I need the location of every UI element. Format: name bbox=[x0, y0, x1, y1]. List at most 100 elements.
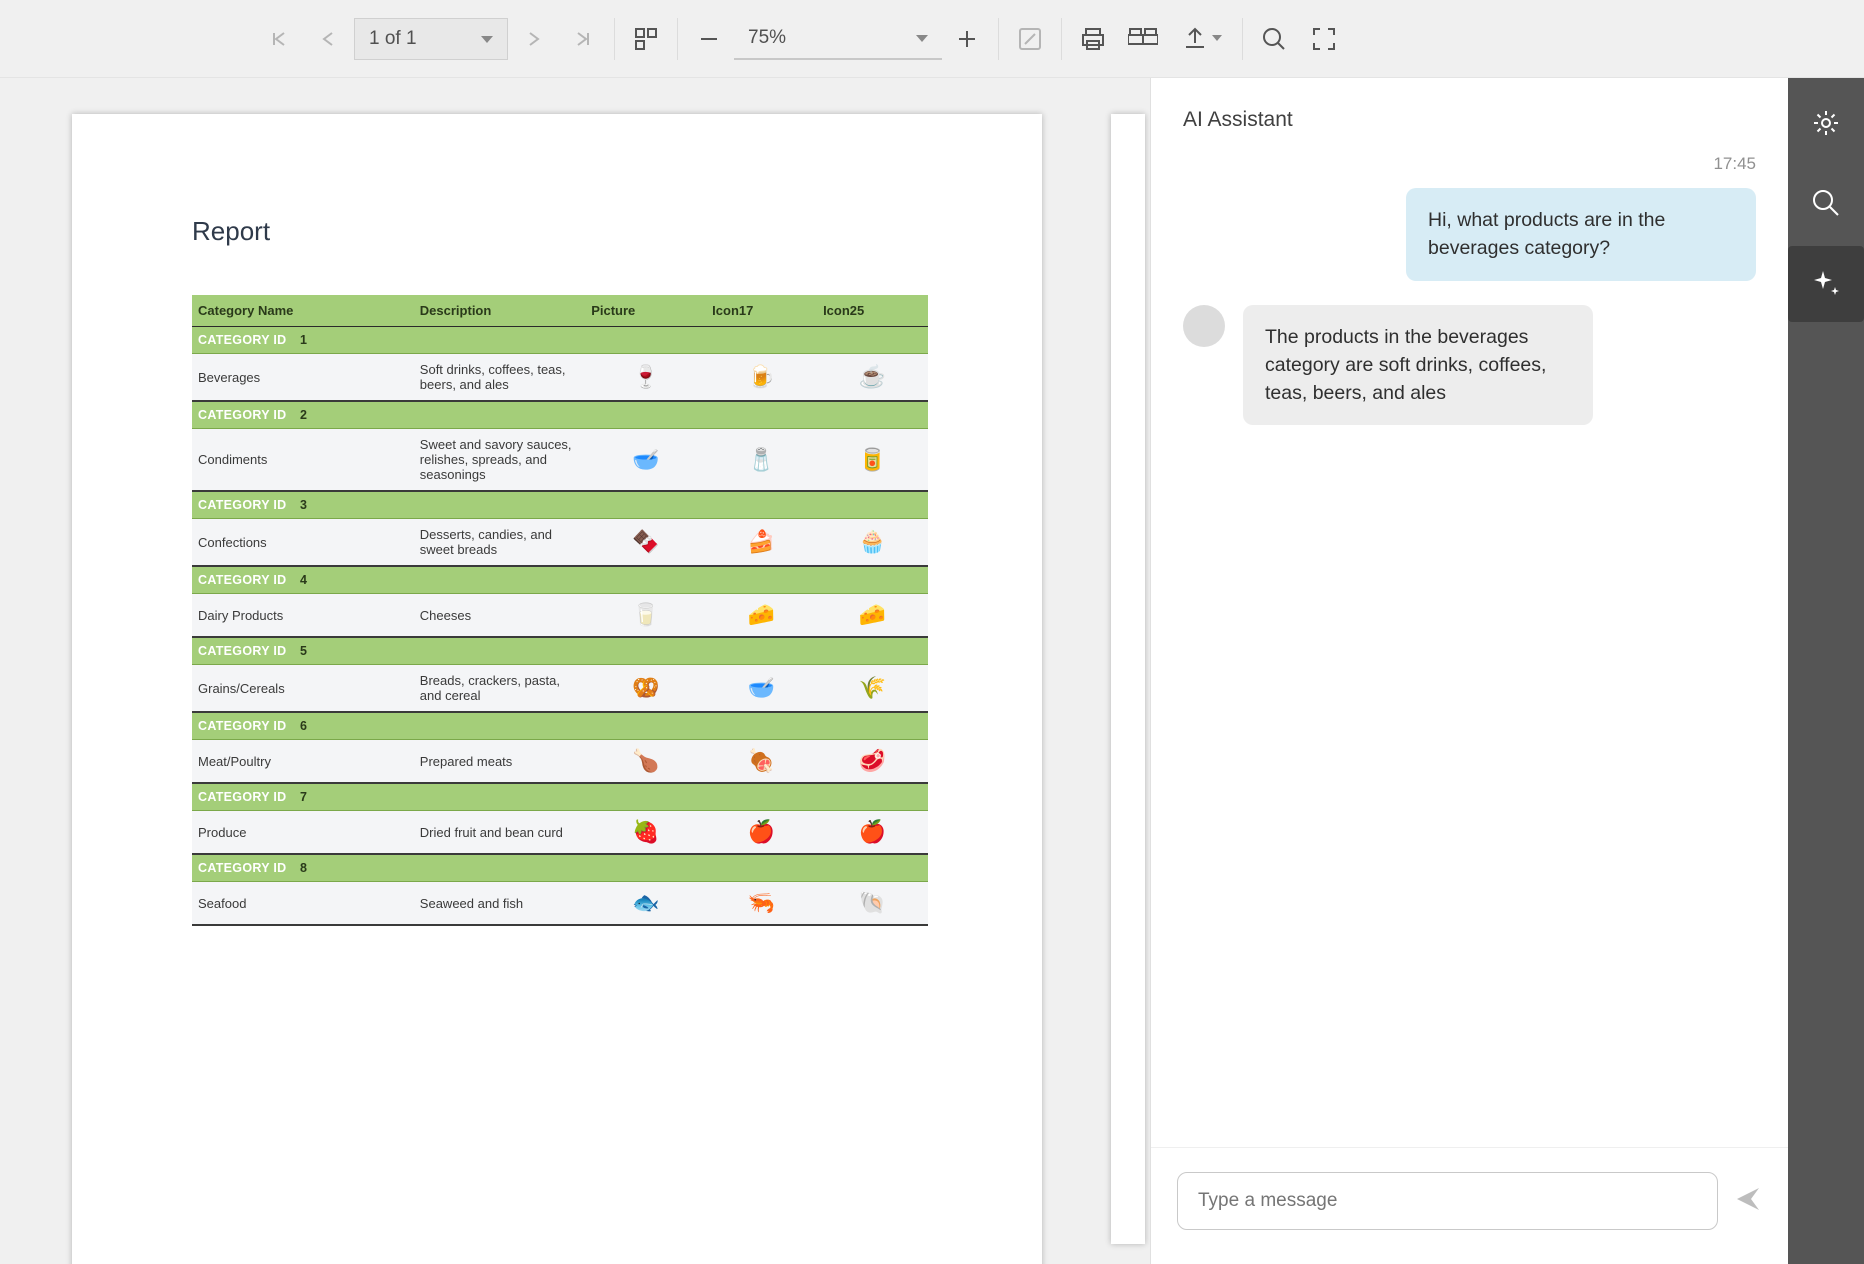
toolbar: 1 of 1 75% bbox=[0, 0, 1864, 78]
report-title: Report bbox=[192, 216, 922, 247]
chat-input-bar bbox=[1151, 1147, 1788, 1264]
cell-name: Meat/Poultry bbox=[192, 740, 414, 784]
cell-icon25: 🥫 bbox=[817, 429, 928, 492]
highlight-button[interactable] bbox=[1009, 18, 1051, 60]
cell-desc: Soft drinks, coffees, teas, beers, and a… bbox=[414, 354, 585, 402]
zoom-out-button[interactable] bbox=[688, 18, 730, 60]
zoom-in-button[interactable] bbox=[946, 18, 988, 60]
cell-icon17: 🧂 bbox=[706, 429, 817, 492]
table-row: Grains/CerealsBreads, crackers, pasta, a… bbox=[192, 665, 928, 713]
user-bubble: Hi, what products are in the beverages c… bbox=[1406, 188, 1756, 281]
ai-assistant-panel: AI Assistant 17:45 Hi, what products are… bbox=[1150, 78, 1788, 1264]
category-header: CATEGORY ID 5 bbox=[192, 637, 928, 665]
cell-desc: Dried fruit and bean curd bbox=[414, 811, 585, 855]
page-selector[interactable]: 1 of 1 bbox=[354, 18, 508, 60]
table-row: Dairy ProductsCheeses🥛🧀🧀 bbox=[192, 594, 928, 638]
cell-name: Produce bbox=[192, 811, 414, 855]
cell-icon25: 🧀 bbox=[817, 594, 928, 638]
cell-picture: 🥨 bbox=[585, 665, 706, 713]
cell-icon25: 🥩 bbox=[817, 740, 928, 784]
table-row: ProduceDried fruit and bean curd🍓🍎🍎 bbox=[192, 811, 928, 855]
cell-icon17: 🍎 bbox=[706, 811, 817, 855]
first-page-button[interactable] bbox=[258, 18, 300, 60]
table-row: Meat/PoultryPrepared meats🍗🍖🥩 bbox=[192, 740, 928, 784]
prev-page-button[interactable] bbox=[308, 18, 350, 60]
cell-name: Seafood bbox=[192, 882, 414, 926]
assistant-bubble: The products in the beverages category a… bbox=[1243, 305, 1593, 426]
cell-icon17: 🍺 bbox=[706, 354, 817, 402]
chat-input[interactable] bbox=[1177, 1172, 1718, 1230]
cell-name: Condiments bbox=[192, 429, 414, 492]
cell-desc: Desserts, candies, and sweet breads bbox=[414, 519, 585, 567]
cell-icon25: 🐚 bbox=[817, 882, 928, 926]
cell-picture: 🍷 bbox=[585, 354, 706, 402]
cell-desc: Prepared meats bbox=[414, 740, 585, 784]
panel-title: AI Assistant bbox=[1151, 78, 1788, 150]
cell-name: Confections bbox=[192, 519, 414, 567]
user-message-row: Hi, what products are in the beverages c… bbox=[1183, 188, 1756, 281]
caret-down-icon bbox=[916, 27, 928, 49]
settings-button[interactable] bbox=[1803, 100, 1849, 146]
table-row: ConfectionsDesserts, candies, and sweet … bbox=[192, 519, 928, 567]
table-row: CondimentsSweet and savory sauces, relis… bbox=[192, 429, 928, 492]
ai-sparkle-button[interactable] bbox=[1788, 246, 1864, 322]
cell-icon25: 🍎 bbox=[817, 811, 928, 855]
col-header: Icon25 bbox=[817, 295, 928, 327]
category-header: CATEGORY ID 7 bbox=[192, 783, 928, 811]
rail-search-button[interactable] bbox=[1803, 180, 1849, 226]
cell-picture: 🥛 bbox=[585, 594, 706, 638]
document-viewport[interactable]: Report Category Name Description Picture… bbox=[0, 78, 1150, 1264]
print-button[interactable] bbox=[1072, 18, 1114, 60]
cell-name: Beverages bbox=[192, 354, 414, 402]
assistant-message-row: The products in the beverages category a… bbox=[1183, 305, 1756, 426]
page-label: 1 of 1 bbox=[369, 28, 417, 50]
cell-picture: 🥣 bbox=[585, 429, 706, 492]
app-root: 1 of 1 75% bbox=[0, 0, 1864, 1264]
multipage-button[interactable] bbox=[625, 18, 667, 60]
category-header: CATEGORY ID 8 bbox=[192, 854, 928, 882]
right-rail bbox=[1788, 78, 1864, 1264]
category-header: CATEGORY ID 2 bbox=[192, 401, 928, 429]
send-button[interactable] bbox=[1734, 1185, 1762, 1218]
assistant-avatar bbox=[1183, 305, 1225, 347]
category-header: CATEGORY ID 1 bbox=[192, 327, 928, 354]
cell-icon25: 🧁 bbox=[817, 519, 928, 567]
next-page-shadow bbox=[1111, 114, 1145, 1244]
cell-desc: Cheeses bbox=[414, 594, 585, 638]
export-button[interactable] bbox=[1172, 18, 1232, 60]
table-row: SeafoodSeaweed and fish🐟🦐🐚 bbox=[192, 882, 928, 926]
search-button[interactable] bbox=[1253, 18, 1295, 60]
col-header: Category Name bbox=[192, 295, 414, 327]
cell-desc: Seaweed and fish bbox=[414, 882, 585, 926]
cell-icon17: 🦐 bbox=[706, 882, 817, 926]
chat-body: 17:45 Hi, what products are in the bever… bbox=[1151, 150, 1788, 1147]
cell-icon25: 🌾 bbox=[817, 665, 928, 713]
cell-picture: 🐟 bbox=[585, 882, 706, 926]
zoom-selector[interactable]: 75% bbox=[734, 18, 942, 60]
cell-icon17: 🍰 bbox=[706, 519, 817, 567]
col-header: Icon17 bbox=[706, 295, 817, 327]
cell-picture: 🍓 bbox=[585, 811, 706, 855]
col-header: Picture bbox=[585, 295, 706, 327]
print-page-button[interactable] bbox=[1122, 18, 1164, 60]
fullscreen-button[interactable] bbox=[1303, 18, 1345, 60]
cell-desc: Sweet and savory sauces, relishes, sprea… bbox=[414, 429, 585, 492]
cell-name: Grains/Cereals bbox=[192, 665, 414, 713]
report-page: Report Category Name Description Picture… bbox=[72, 114, 1042, 1264]
caret-down-icon bbox=[481, 28, 493, 50]
cell-picture: 🍗 bbox=[585, 740, 706, 784]
chat-timestamp: 17:45 bbox=[1183, 150, 1756, 188]
cell-name: Dairy Products bbox=[192, 594, 414, 638]
category-header: CATEGORY ID 6 bbox=[192, 712, 928, 740]
next-page-button[interactable] bbox=[512, 18, 554, 60]
col-header: Description bbox=[414, 295, 585, 327]
cell-icon17: 🧀 bbox=[706, 594, 817, 638]
category-header: CATEGORY ID 4 bbox=[192, 566, 928, 594]
main-area: Report Category Name Description Picture… bbox=[0, 78, 1864, 1264]
last-page-button[interactable] bbox=[562, 18, 604, 60]
cell-icon25: ☕ bbox=[817, 354, 928, 402]
cell-desc: Breads, crackers, pasta, and cereal bbox=[414, 665, 585, 713]
cell-picture: 🍫 bbox=[585, 519, 706, 567]
cell-icon17: 🥣 bbox=[706, 665, 817, 713]
cell-icon17: 🍖 bbox=[706, 740, 817, 784]
